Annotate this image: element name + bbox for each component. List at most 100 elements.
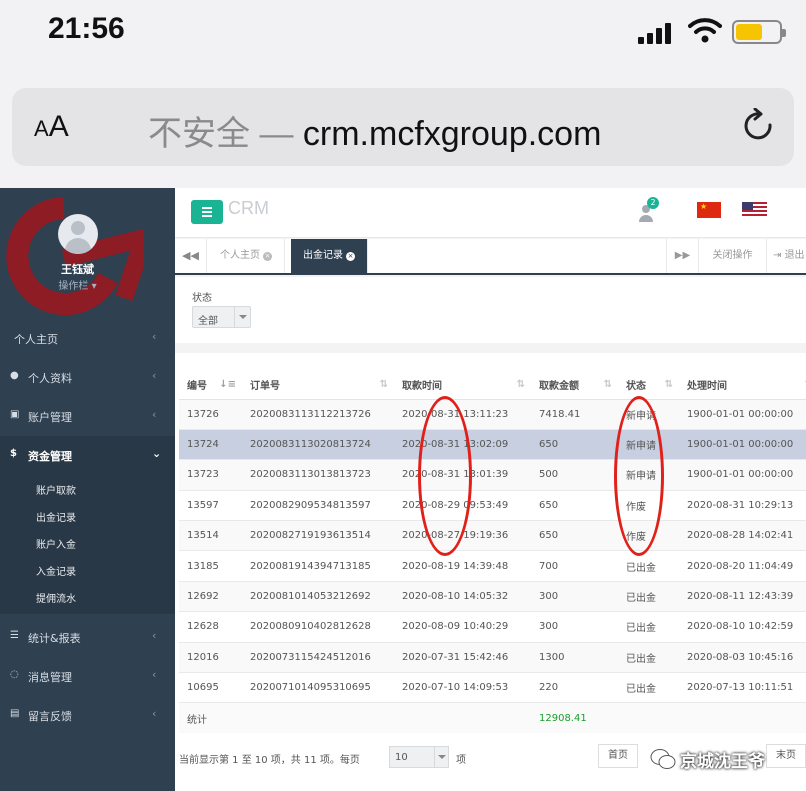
cell-process-time: 2020-08-20 11:04:49: [679, 550, 806, 582]
menu-toggle-button[interactable]: [191, 200, 223, 224]
url-text[interactable]: 不安全 — crm.mcfxgroup.com: [148, 106, 601, 155]
sidebar-item-label: 消息管理: [28, 671, 72, 684]
tabs-scroll-right-icon[interactable]: ▶▶: [666, 239, 698, 273]
logout-button[interactable]: ⇥ 退出: [766, 239, 806, 273]
china-flag-icon[interactable]: ★: [697, 202, 721, 218]
summary-empty-cell: [394, 702, 531, 734]
main-content: CRM 2 ★ ◀◀ 个人主页 × 出金记录 × ▶▶ 关闭操作 ⇥ 退出 状态 全…: [175, 188, 806, 791]
id-card-icon: ▣: [10, 409, 20, 420]
logout-label: 退出: [784, 250, 805, 261]
cell-withdraw-time: 2020-07-31 15:42:46: [394, 641, 531, 673]
page-size-select[interactable]: 10: [389, 746, 449, 768]
table-row[interactable]: 13723 2020083113013813723 2020-08-31 13:01…: [179, 459, 806, 491]
chevron-down-icon: [234, 307, 250, 327]
submenu-item-withdraw-records[interactable]: 出金记录: [36, 509, 76, 524]
close-icon[interactable]: ×: [346, 252, 355, 261]
list-icon: ☰: [10, 630, 19, 641]
table-row[interactable]: 12692 2020081014053212692 2020-08-10 14:05…: [179, 580, 806, 612]
user-name: 王钰斌: [61, 263, 94, 276]
reload-icon[interactable]: [740, 108, 778, 146]
column-header-process-time[interactable]: 处理时间⇅: [679, 370, 806, 400]
sidebar-item-reports[interactable]: ☰ 统计&报表 ‹: [0, 618, 175, 656]
sidebar-item-label: 资金管理: [28, 450, 72, 463]
sort-icon[interactable]: ⇅: [604, 379, 612, 390]
table-row[interactable]: 13726 2020083113112213726 2020-08-31 13:11…: [179, 398, 806, 430]
close-icon[interactable]: ×: [263, 252, 272, 261]
table-row[interactable]: 13597 2020082909534813597 2020-08-29 09:53…: [179, 489, 806, 521]
withdraw-records-table: 编号 ↓≡ 订单号⇅ 取款时间 ⇅ 取款金额⇅ 状态⇅ 处理时间⇅ 13726202…: [179, 370, 806, 734]
avatar[interactable]: [58, 214, 98, 254]
close-operations-button[interactable]: 关闭操作: [698, 239, 766, 273]
cell-id: 13185: [179, 550, 242, 582]
table-row[interactable]: 10695 2020071014095310695 2020-07-10 14:09…: [179, 672, 806, 703]
usa-flag-icon[interactable]: [742, 202, 767, 218]
first-page-button[interactable]: 首页: [598, 744, 638, 768]
cell-withdraw-time: 2020-08-19 14:39:48: [394, 550, 531, 582]
tabs-scroll-left-icon[interactable]: ◀◀: [175, 239, 207, 273]
submenu-item-deposit-records[interactable]: 入金记录: [36, 563, 76, 578]
cell-process-time: 2020-07-13 10:11:51: [679, 672, 806, 703]
sidebar-item-accounts[interactable]: ▣ 账户管理 ‹: [0, 397, 175, 435]
cell-amount: 500: [531, 459, 618, 491]
summary-empty-cell: [242, 702, 394, 734]
cell-process-time: 1900-01-01 00:00:00: [679, 459, 806, 491]
status-filter-value: 全部: [198, 316, 218, 327]
funds-submenu: 账户取款 出金记录 账户入金 入金记录 提佣流水: [0, 474, 175, 614]
reader-settings-button[interactable]: AA: [34, 110, 69, 144]
chevron-left-icon: ‹: [152, 668, 157, 681]
annotation-circle-time: [418, 396, 472, 556]
sidebar-item-funds[interactable]: $ 资金管理 ⌄: [0, 436, 175, 474]
sidebar-item-feedback[interactable]: ▤ 留言反馈 ‹: [0, 696, 175, 734]
table-row[interactable]: 13514 2020082719193613514 2020-08-27 19:19…: [179, 520, 806, 551]
status-filter-select[interactable]: 全部: [192, 306, 251, 328]
table-row[interactable]: 13724 2020083113020813724 2020-08-31 13:02…: [179, 428, 806, 460]
pagination-suffix: 项: [456, 755, 466, 766]
sort-icon[interactable]: ⇅: [380, 379, 388, 390]
submenu-item-withdraw[interactable]: 账户取款: [36, 482, 76, 497]
summary-total: 12908.41: [531, 702, 618, 734]
sidebar-item-label: 统计&报表: [28, 632, 81, 645]
sort-icon[interactable]: ⇅: [665, 379, 673, 390]
cell-order-no: 2020082909534813597: [242, 489, 394, 521]
sort-icon[interactable]: ↓≡: [219, 379, 236, 390]
address-bar[interactable]: AA 不安全 — crm.mcfxgroup.com: [12, 88, 794, 166]
sort-icon[interactable]: ⇅: [517, 379, 525, 390]
submenu-item-commission[interactable]: 提佣流水: [36, 590, 76, 605]
notification-badge: 2: [647, 197, 659, 209]
cell-order-no: 2020082719193613514: [242, 520, 394, 551]
sidebar-item-label: 个人主页: [14, 333, 58, 346]
header-label: 取款时间: [402, 380, 442, 392]
user-menu-toggle[interactable]: 操作栏 ▾: [0, 277, 155, 292]
filter-panel: 状态 全部: [175, 277, 806, 343]
column-header-status[interactable]: 状态 ⇅: [618, 370, 679, 400]
cell-process-time: 2020-08-10 10:42:59: [679, 611, 806, 643]
cell-withdraw-time: 2020-08-10 14:05:32: [394, 580, 531, 612]
cell-withdraw-time: 2020-08-09 10:40:29: [394, 611, 531, 643]
clock-time: 21:56: [48, 12, 125, 45]
sidebar-item-profile[interactable]: ● 个人资料 ‹: [0, 358, 175, 396]
app-name: CRM: [228, 198, 269, 218]
cell-order-no: 2020083113112213726: [242, 398, 394, 430]
page-size-value: 10: [395, 752, 408, 763]
cell-order-no: 2020080910402812628: [242, 611, 394, 643]
submenu-item-deposit[interactable]: 账户入金: [36, 536, 76, 551]
column-header-withdraw-time[interactable]: 取款时间 ⇅: [394, 370, 531, 400]
header-label: 编号: [187, 380, 207, 392]
tab-home[interactable]: 个人主页 ×: [208, 239, 285, 273]
cell-order-no: 2020081014053212692: [242, 580, 394, 612]
sidebar: 王钰斌 操作栏 ▾ 个人主页 ‹ ● 个人资料 ‹ ▣ 账户管理 ‹ $ 资金管…: [0, 188, 175, 791]
cell-order-no: 2020071014095310695: [242, 672, 394, 703]
table-row[interactable]: 13185 2020081914394713185 2020-08-19 14:39…: [179, 550, 806, 582]
table-row[interactable]: 12016 2020073115424512016 2020-07-31 15:42…: [179, 641, 806, 673]
column-header-id[interactable]: 编号 ↓≡: [179, 370, 242, 400]
tab-withdraw-records[interactable]: 出金记录 ×: [291, 239, 368, 273]
cell-id: 13723: [179, 459, 242, 491]
column-header-order-no[interactable]: 订单号 ⇅: [242, 370, 394, 400]
table-row[interactable]: 12628 2020080910402812628 2020-08-09 10:40…: [179, 611, 806, 643]
sidebar-item-home[interactable]: 个人主页 ‹: [0, 319, 175, 357]
chevron-left-icon: ‹: [152, 369, 157, 382]
sidebar-item-messages[interactable]: ◌ 消息管理 ‹: [0, 657, 175, 695]
comment-icon: ◌: [10, 669, 19, 680]
column-header-amount[interactable]: 取款金额 ⇅: [531, 370, 618, 400]
cell-process-time: 2020-08-11 12:43:39: [679, 580, 806, 612]
